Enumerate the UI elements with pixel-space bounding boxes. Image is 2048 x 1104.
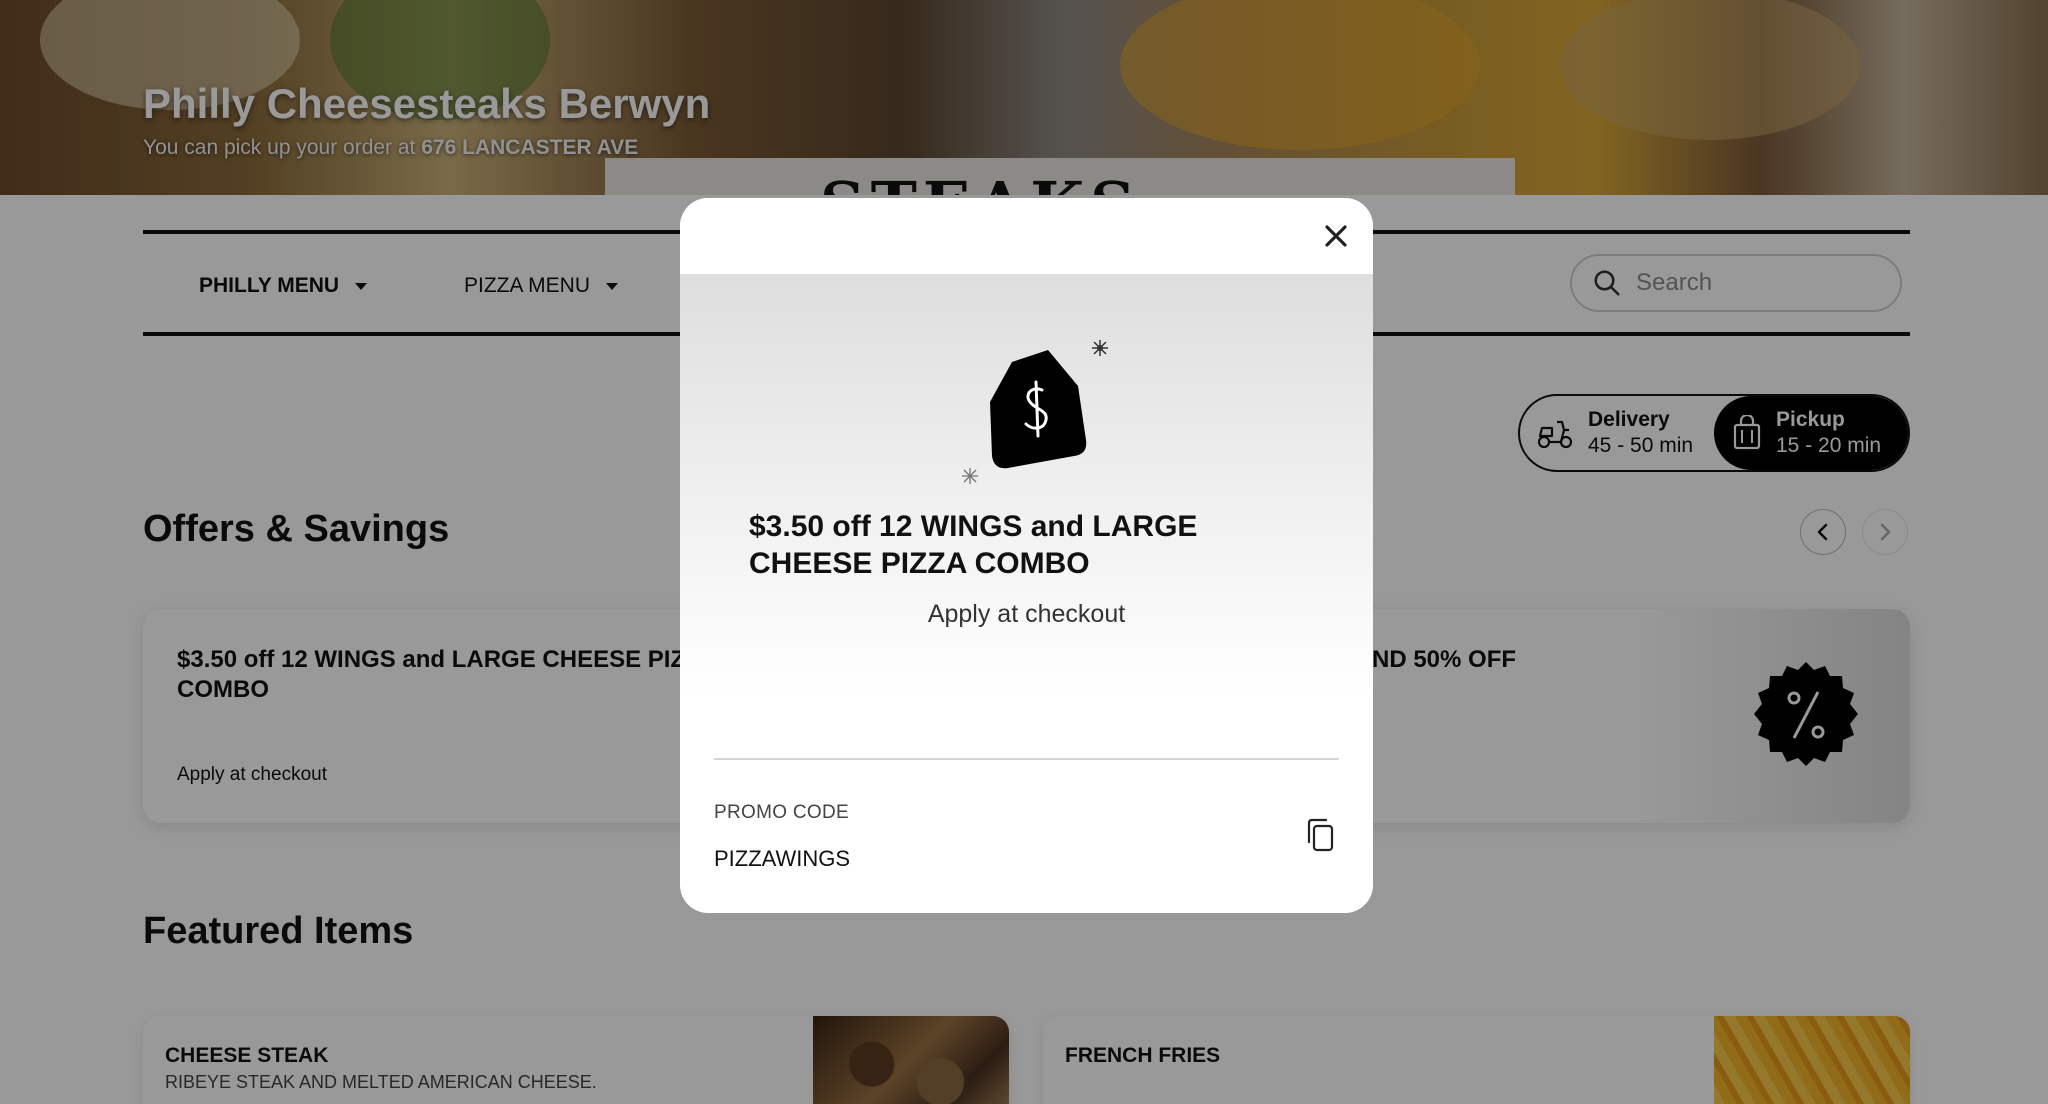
modal-offer-subtitle: Apply at checkout bbox=[927, 600, 1126, 628]
modal-offer-title: $3.50 off 12 WINGS and LARGE CHEESE PIZZ… bbox=[749, 510, 1198, 580]
close-icon bbox=[1325, 225, 1347, 247]
promo-code-value[interactable]: PIZZAWINGS bbox=[714, 846, 850, 872]
modal-body: $3.50 off 12 WINGS and LARGE CHEESE PIZZ… bbox=[680, 274, 1373, 694]
price-tag-icon bbox=[962, 340, 1108, 484]
modal-divider bbox=[714, 758, 1339, 760]
promo-code-label: PROMO CODE bbox=[714, 802, 849, 823]
offer-modal: $3.50 off 12 WINGS and LARGE CHEESE PIZZ… bbox=[680, 198, 1373, 913]
modal-header bbox=[680, 198, 1373, 274]
close-button[interactable] bbox=[1316, 216, 1356, 256]
copy-icon[interactable] bbox=[1304, 816, 1338, 854]
